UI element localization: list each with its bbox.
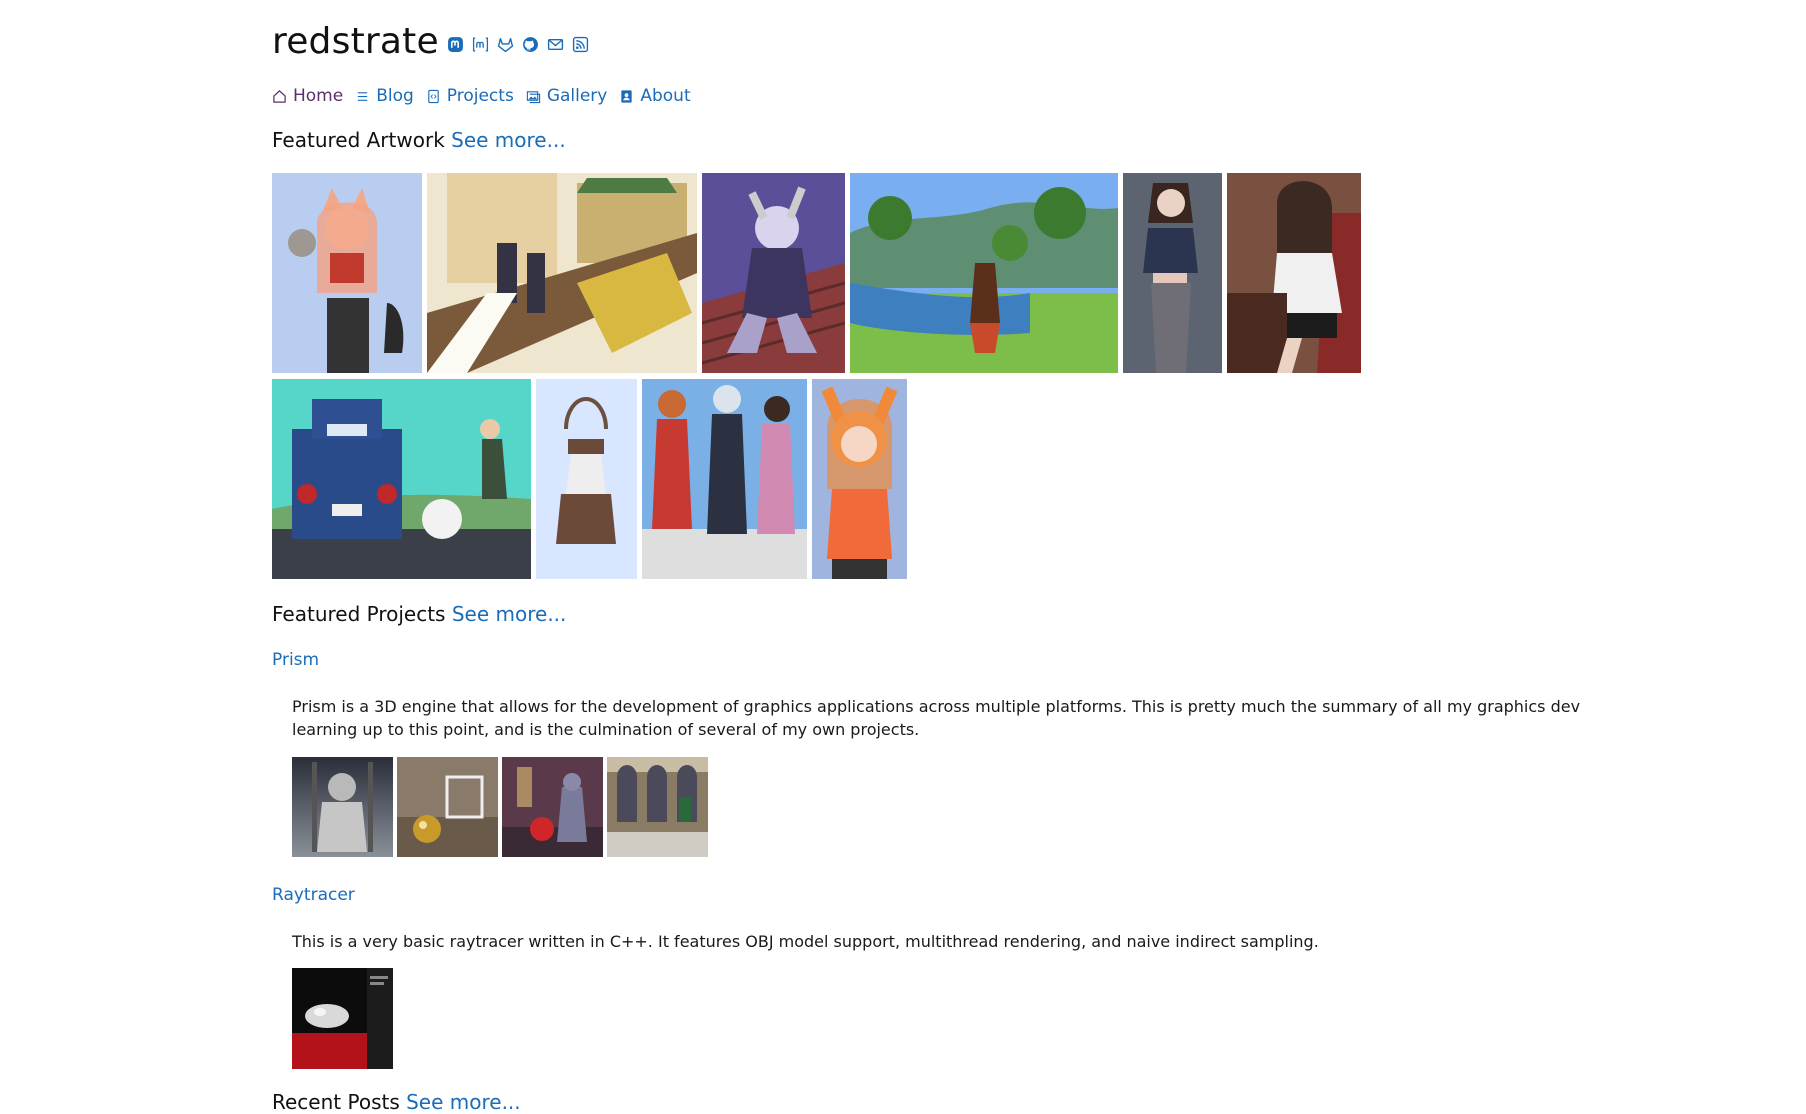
list-icon	[358, 91, 368, 101]
featured-artwork-heading: Featured Artwork See more...	[272, 128, 566, 152]
social-links	[447, 36, 589, 53]
nav-blog-label: Blog	[376, 86, 414, 106]
matrix-icon[interactable]	[472, 36, 489, 53]
featured-projects-see-more[interactable]: See more...	[452, 602, 567, 626]
artwork-thumbnail[interactable]	[427, 173, 697, 373]
site-title: redstrate	[272, 20, 439, 62]
featured-projects-heading: Featured Projects See more...	[272, 602, 566, 626]
recent-posts-see-more[interactable]: See more...	[406, 1090, 521, 1114]
artwork-thumbnail[interactable]	[702, 173, 845, 373]
rss-icon[interactable]	[572, 36, 589, 53]
project-title-raytracer[interactable]: Raytracer	[272, 885, 355, 905]
nav-blog[interactable]: Blog	[355, 86, 414, 106]
project-title-prism[interactable]: Prism	[272, 650, 319, 670]
artwork-thumbnail[interactable]	[1227, 173, 1361, 373]
featured-artwork-see-more[interactable]: See more...	[451, 128, 566, 152]
project-screenshot[interactable]	[397, 757, 498, 857]
nav-gallery[interactable]: Gallery	[526, 86, 608, 106]
artwork-thumbnail[interactable]	[812, 379, 907, 579]
mastodon-icon[interactable]	[447, 36, 464, 53]
home-icon	[273, 89, 286, 103]
artwork-thumbnail[interactable]	[1123, 173, 1222, 373]
artwork-thumbnail[interactable]	[272, 379, 531, 579]
recent-posts-title: Recent Posts	[272, 1090, 400, 1114]
project-screenshot[interactable]	[292, 968, 393, 1069]
code-file-icon	[428, 89, 439, 103]
artwork-thumbnail[interactable]	[850, 173, 1118, 373]
main-nav: Home Blog Projects Gallery About	[272, 86, 691, 106]
featured-projects-title: Featured Projects	[272, 602, 446, 626]
contact-icon	[621, 89, 633, 103]
artwork-thumbnail[interactable]	[536, 379, 637, 579]
project-description-prism: Prism is a 3D engine that allows for the…	[292, 697, 1581, 739]
nav-projects-label: Projects	[446, 86, 514, 106]
image-icon	[526, 90, 540, 103]
site-header: redstrate	[272, 18, 589, 64]
nav-about-label: About	[640, 86, 691, 106]
project-screenshot[interactable]	[292, 757, 393, 857]
nav-home-label: Home	[293, 86, 344, 106]
featured-artwork-title: Featured Artwork	[272, 128, 445, 152]
project-screenshot[interactable]	[502, 757, 603, 857]
recent-posts-heading: Recent Posts See more...	[272, 1090, 521, 1114]
github-icon[interactable]	[522, 36, 539, 53]
gitlab-icon[interactable]	[497, 36, 514, 53]
project-description-raytracer: This is a very basic raytracer written i…	[292, 932, 1319, 951]
artwork-thumbnail[interactable]	[642, 379, 807, 579]
nav-about[interactable]: About	[619, 86, 691, 106]
nav-projects[interactable]: Projects	[426, 86, 514, 106]
nav-gallery-label: Gallery	[546, 86, 608, 106]
mail-icon[interactable]	[547, 36, 564, 53]
project-screenshot[interactable]	[607, 757, 708, 857]
nav-home[interactable]: Home	[272, 86, 343, 106]
artwork-thumbnail[interactable]	[272, 173, 422, 373]
